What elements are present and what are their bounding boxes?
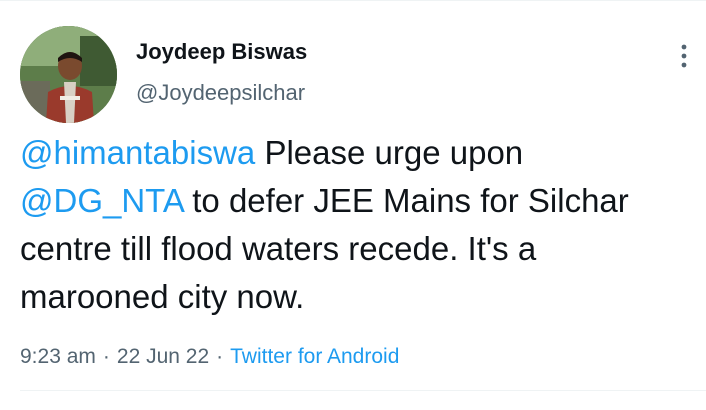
author-handle[interactable]: @Joydeepsilchar xyxy=(136,79,305,107)
tweet-metadata: 9:23 am · 22 Jun 22 · Twitter for Android xyxy=(20,342,399,372)
separator-dot: · xyxy=(216,345,224,368)
avatar[interactable] xyxy=(20,26,117,123)
author-display-name[interactable]: Joydeep Biswas xyxy=(136,38,307,66)
mention-dg-nta[interactable]: @DG_NTA xyxy=(20,182,183,219)
tweet-source-link[interactable]: Twitter for Android xyxy=(230,345,399,368)
more-options-button[interactable] xyxy=(664,36,704,76)
avatar-photo xyxy=(20,26,117,123)
tweet-text-segment: Please urge upon xyxy=(255,134,524,171)
tweet-time[interactable]: 9:23 am xyxy=(20,345,96,368)
more-options-icon xyxy=(681,44,687,68)
tweet-card: Joydeep Biswas @Joydeepsilchar @himantab… xyxy=(0,0,706,410)
mention-himantabiswa[interactable]: @himantabiswa xyxy=(20,134,255,171)
tweet-text: @himantabiswa Please urge upon @DG_NTA t… xyxy=(20,129,690,321)
bottom-divider xyxy=(20,390,706,391)
tweet-date[interactable]: 22 Jun 22 xyxy=(117,345,209,368)
separator-dot: · xyxy=(102,345,110,368)
